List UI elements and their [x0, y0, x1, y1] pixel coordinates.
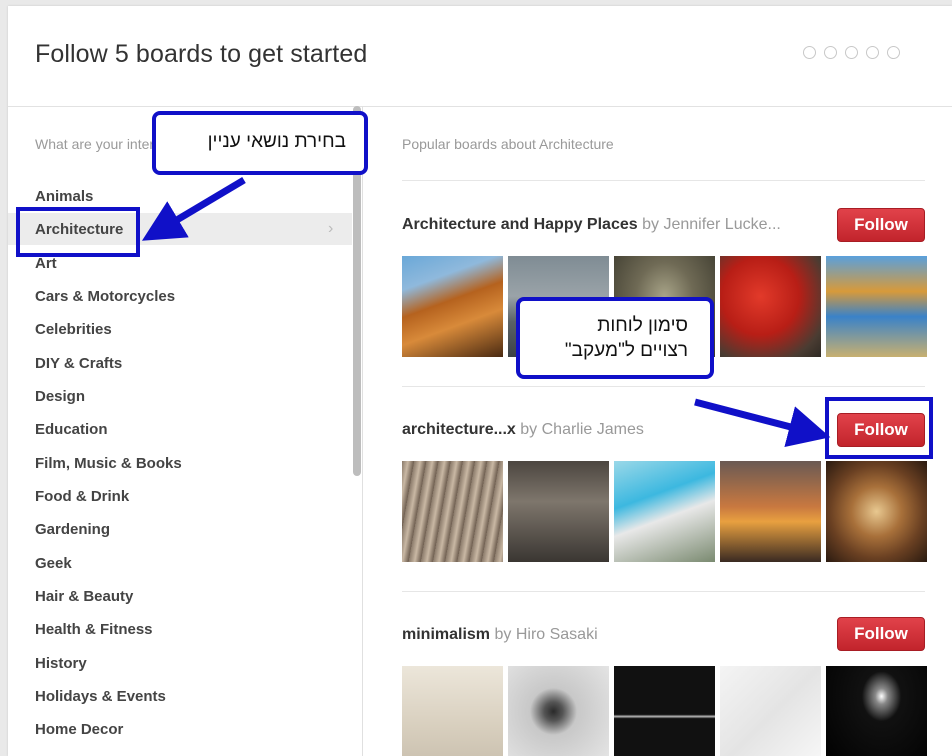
annotation-arrows	[141, 176, 831, 448]
arrow-to-follow	[694, 398, 831, 448]
arrow-to-architecture	[141, 176, 246, 241]
